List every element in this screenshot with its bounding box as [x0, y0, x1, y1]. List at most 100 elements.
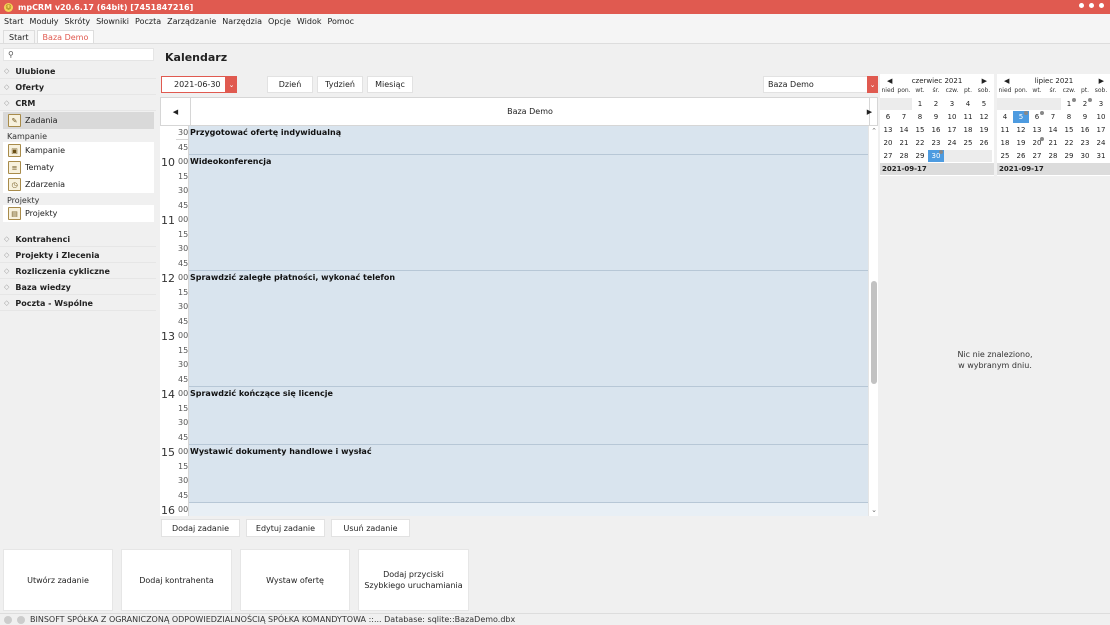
- sidebar-item-projekty[interactable]: ▤ Projekty: [3, 205, 154, 222]
- day-cell[interactable]: 5: [976, 98, 992, 110]
- sidebar-search-input[interactable]: ⚲: [3, 48, 154, 61]
- day-cell[interactable]: 10: [1093, 111, 1109, 123]
- day-cell[interactable]: 6: [880, 111, 896, 123]
- next-day-button[interactable]: ▶: [861, 98, 878, 125]
- calendar-scrollbar[interactable]: ⌃ ⌄: [868, 126, 878, 516]
- day-cell[interactable]: 7: [896, 111, 912, 123]
- calendar-grid[interactable]: 30 45 10 00 15 30 45 11 00 15 30 45 12 0…: [160, 126, 868, 516]
- database-select-button[interactable]: ⌄: [867, 76, 878, 93]
- view-month-button[interactable]: Miesiąc: [367, 76, 413, 93]
- calendar-event[interactable]: [189, 271, 868, 387]
- menu-opcje[interactable]: Opcje: [268, 17, 291, 26]
- window-controls[interactable]: [1079, 3, 1104, 8]
- day-cell[interactable]: 20: [1029, 137, 1045, 149]
- day-cell[interactable]: 3: [944, 98, 960, 110]
- day-cell[interactable]: 10: [944, 111, 960, 123]
- day-cell[interactable]: 18: [997, 137, 1013, 149]
- day-cell[interactable]: 19: [976, 124, 992, 136]
- create-task-quick-button[interactable]: Utwórz zadanie: [3, 549, 113, 611]
- day-cell[interactable]: [944, 150, 960, 162]
- day-cell[interactable]: 7: [1045, 111, 1061, 123]
- day-cell[interactable]: 27: [1029, 150, 1045, 162]
- sidebar-item-tematy[interactable]: ≡ Tematy: [3, 159, 154, 176]
- day-cell[interactable]: 22: [912, 137, 928, 149]
- sidebar-item-zadania[interactable]: ✎ Zadania: [3, 112, 154, 129]
- sidebar-group-rozliczenia[interactable]: ◇ Rozliczenia cykliczne: [0, 264, 156, 279]
- day-cell[interactable]: 31: [1093, 150, 1109, 162]
- delete-task-button[interactable]: Usuń zadanie: [331, 519, 410, 537]
- day-cell[interactable]: 17: [1093, 124, 1109, 136]
- mini-calendar-today[interactable]: 2021-09-17: [997, 163, 1110, 175]
- maximize-button[interactable]: [1089, 3, 1094, 8]
- menu-widok[interactable]: Widok: [297, 17, 322, 26]
- day-cell[interactable]: [997, 98, 1013, 110]
- menu-skroty[interactable]: Skróty: [65, 17, 91, 26]
- day-cell[interactable]: 15: [1061, 124, 1077, 136]
- day-cell-selected[interactable]: 30: [928, 150, 944, 162]
- day-cell[interactable]: 3: [1093, 98, 1109, 110]
- sidebar-group-poczta[interactable]: ◇ Poczta - Wspólne: [0, 296, 156, 311]
- day-cell[interactable]: 29: [912, 150, 928, 162]
- scroll-up-icon[interactable]: ⌃: [869, 127, 879, 135]
- day-cell[interactable]: 13: [880, 124, 896, 136]
- day-cell[interactable]: 4: [960, 98, 976, 110]
- menu-narzedzia[interactable]: Narzędzia: [222, 17, 262, 26]
- day-cell[interactable]: 24: [1093, 137, 1109, 149]
- mini-calendar-july[interactable]: ◀ lipiec 2021 ▶ nied pon. wt. śr. czw. p…: [997, 74, 1110, 176]
- day-cell[interactable]: 23: [928, 137, 944, 149]
- day-cell[interactable]: 29: [1061, 150, 1077, 162]
- day-cell[interactable]: 26: [976, 137, 992, 149]
- add-contractor-quick-button[interactable]: Dodaj kontrahenta: [121, 549, 232, 611]
- day-cell[interactable]: [976, 150, 992, 162]
- day-cell[interactable]: 9: [1077, 111, 1093, 123]
- sidebar-group-projekty-zlecenia[interactable]: ◇ Projekty i Zlecenia: [0, 248, 156, 263]
- next-month-icon[interactable]: ▶: [982, 77, 987, 85]
- menu-pomoc[interactable]: Pomoc: [327, 17, 354, 26]
- day-cell[interactable]: 2: [928, 98, 944, 110]
- day-cell[interactable]: [880, 98, 896, 110]
- day-cell[interactable]: 23: [1077, 137, 1093, 149]
- day-cell[interactable]: [1045, 98, 1061, 110]
- day-cell[interactable]: 6: [1029, 111, 1045, 123]
- day-cell[interactable]: 28: [896, 150, 912, 162]
- menu-moduly[interactable]: Moduły: [30, 17, 59, 26]
- calendar-day-area[interactable]: [189, 126, 868, 516]
- database-select[interactable]: Baza Demo: [763, 76, 868, 93]
- day-cell[interactable]: 24: [944, 137, 960, 149]
- day-cell[interactable]: 30: [1077, 150, 1093, 162]
- day-cell[interactable]: 21: [1045, 137, 1061, 149]
- prev-day-button[interactable]: ◀: [161, 98, 190, 125]
- day-cell[interactable]: 21: [896, 137, 912, 149]
- day-cell[interactable]: 16: [1077, 124, 1093, 136]
- mini-calendar-today[interactable]: 2021-09-17: [880, 163, 994, 175]
- add-task-button[interactable]: Dodaj zadanie: [161, 519, 240, 537]
- issue-offer-quick-button[interactable]: Wystaw ofertę: [240, 549, 350, 611]
- menu-slowniki[interactable]: Słowniki: [96, 17, 129, 26]
- day-cell[interactable]: [896, 98, 912, 110]
- view-week-button[interactable]: Tydzień: [317, 76, 363, 93]
- tab-baza-demo[interactable]: Baza Demo: [36, 30, 95, 43]
- day-cell[interactable]: 18: [960, 124, 976, 136]
- day-cell[interactable]: 2: [1077, 98, 1093, 110]
- day-cell[interactable]: 9: [928, 111, 944, 123]
- sidebar-group-ulubione[interactable]: ◇ Ulubione: [0, 64, 156, 79]
- day-cell[interactable]: 20: [880, 137, 896, 149]
- next-month-icon[interactable]: ▶: [1099, 77, 1104, 85]
- day-cell-highlight[interactable]: 5: [1013, 111, 1029, 123]
- menu-poczta[interactable]: Poczta: [135, 17, 161, 26]
- calendar-event[interactable]: [189, 155, 868, 271]
- scroll-thumb[interactable]: [871, 281, 877, 384]
- scroll-down-icon[interactable]: ⌄: [869, 506, 879, 514]
- sidebar-item-zdarzenia[interactable]: ◷ Zdarzenia: [3, 176, 154, 193]
- prev-month-icon[interactable]: ◀: [1004, 77, 1009, 85]
- day-cell[interactable]: [960, 150, 976, 162]
- day-cell[interactable]: 28: [1045, 150, 1061, 162]
- sidebar-item-kampanie[interactable]: ▣ Kampanie: [3, 142, 154, 159]
- day-cell[interactable]: 15: [912, 124, 928, 136]
- sidebar-group-crm[interactable]: ◇ CRM: [0, 96, 156, 111]
- mini-calendar-june[interactable]: ◀ czerwiec 2021 ▶ nied pon. wt. śr. czw.…: [880, 74, 994, 176]
- close-button[interactable]: [1099, 3, 1104, 8]
- date-picker-button[interactable]: ⌄: [226, 76, 237, 93]
- day-cell[interactable]: 1: [1061, 98, 1077, 110]
- tab-start[interactable]: Start: [3, 30, 35, 43]
